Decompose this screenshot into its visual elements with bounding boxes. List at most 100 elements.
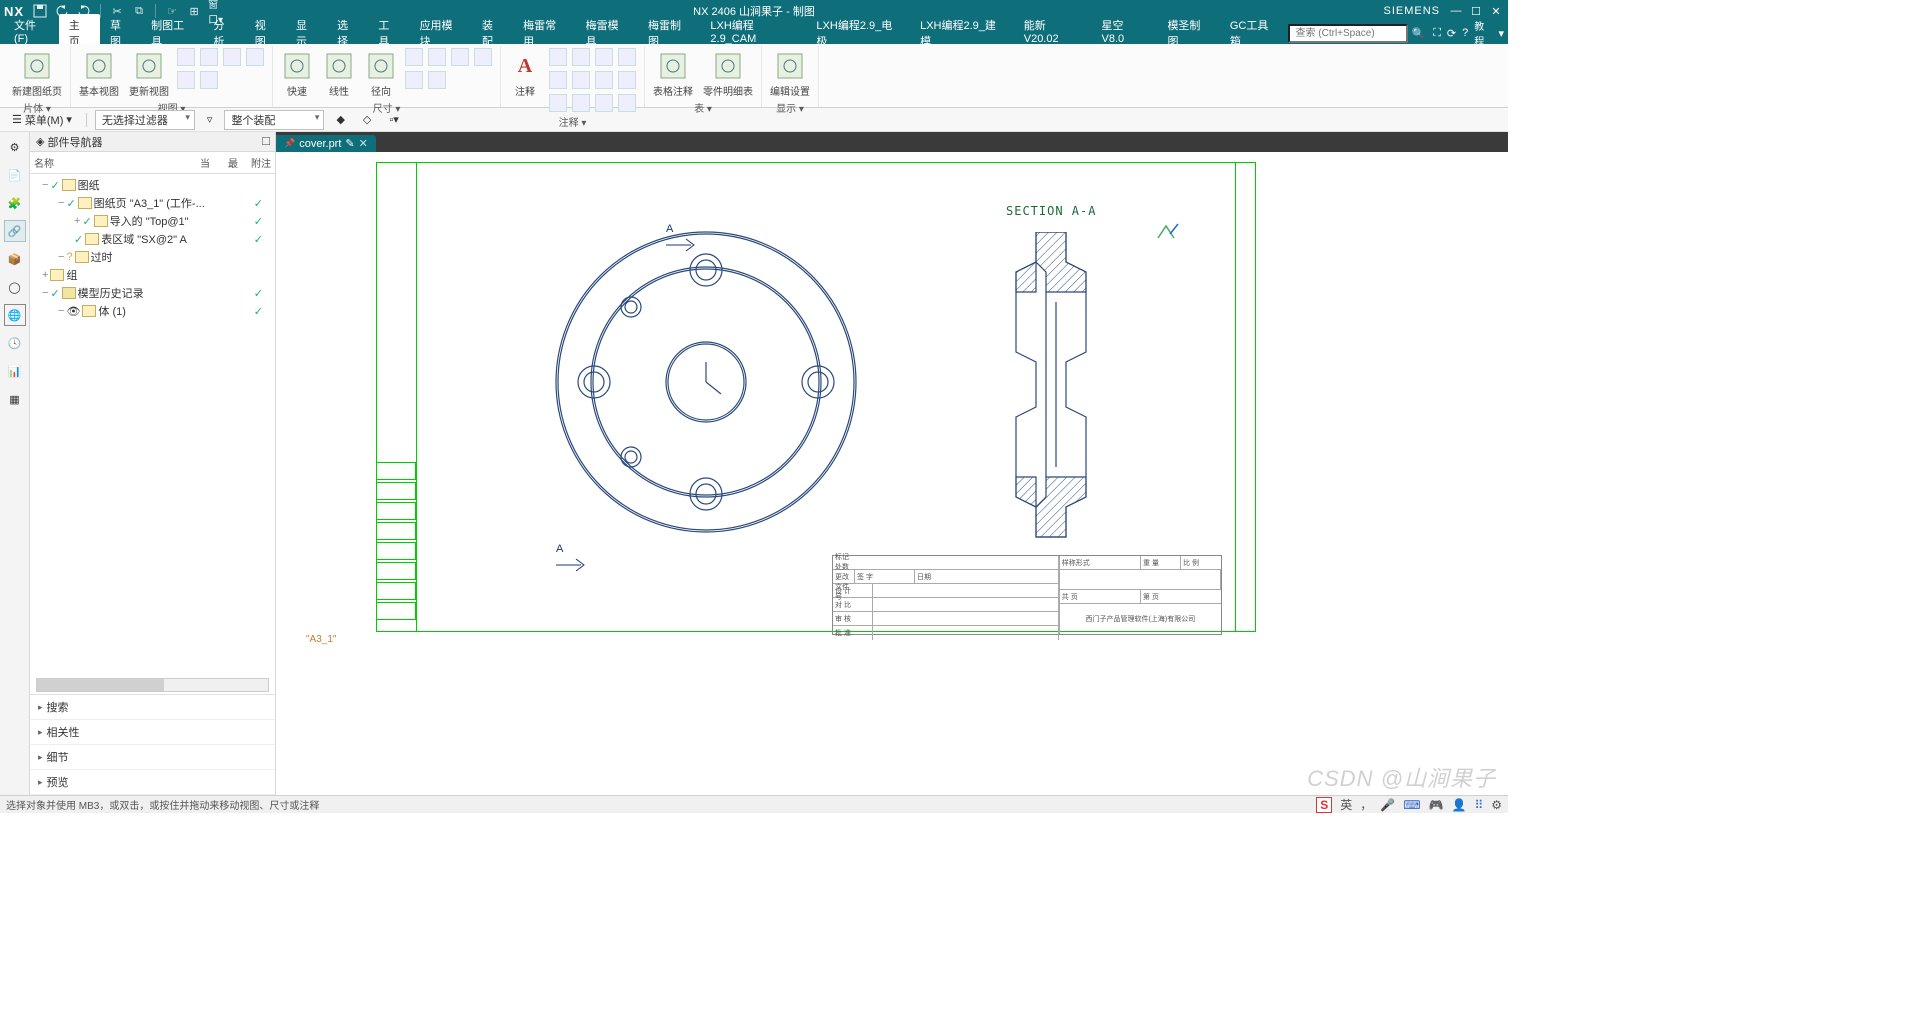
ribbon-small-icon[interactable]: [572, 48, 590, 66]
ribbon-small-icon[interactable]: [595, 48, 613, 66]
ribbon-small-icon[interactable]: [595, 94, 613, 112]
tree-node[interactable]: −✓图纸页 "A3_1" (工作-...✓: [30, 194, 275, 212]
sb-apps-icon[interactable]: ⠿: [1474, 798, 1483, 812]
close-button[interactable]: ✕: [1488, 3, 1504, 19]
ribbon-small-icon[interactable]: [618, 94, 636, 112]
assembly-scope[interactable]: 整个装配: [224, 110, 324, 130]
maximize-button[interactable]: ☐: [1468, 3, 1484, 19]
new-sheet-icon[interactable]: 新建图纸页: [10, 48, 64, 100]
copy-icon[interactable]: ⧉: [131, 3, 147, 19]
collapse-ribbon-icon[interactable]: ▾: [1498, 27, 1504, 40]
ime-indicator-s[interactable]: S: [1316, 797, 1332, 813]
help-icon[interactable]: ?: [1462, 27, 1468, 39]
filter-funnel-icon[interactable]: ▿: [201, 111, 219, 128]
ribbon-small-icon[interactable]: [246, 48, 264, 66]
col-name[interactable]: 名称: [30, 152, 191, 173]
ribbon-small-icon[interactable]: [177, 71, 195, 89]
ribbon-small-icon[interactable]: [549, 71, 567, 89]
command-search[interactable]: [1288, 24, 1408, 43]
ime-lang[interactable]: 英: [1340, 796, 1352, 813]
update-view-icon[interactable]: 更新视图: [127, 48, 171, 100]
drawing-canvas[interactable]: A A SECTION A-A 标记 处数 更改文件号签 字日期 设 计 对 比…: [276, 152, 1508, 795]
roles-rail-icon[interactable]: 📊: [4, 360, 26, 382]
tree-node[interactable]: −✓图纸: [30, 176, 275, 194]
col-notes[interactable]: 附注: [247, 152, 275, 173]
fullscreen-icon[interactable]: ⛶: [1433, 27, 1441, 40]
parts-list-icon[interactable]: 零件明细表: [701, 48, 755, 100]
edit-settings-icon[interactable]: 编辑设置: [768, 48, 812, 100]
sb-comma-icon[interactable]: ，: [1360, 796, 1372, 813]
ribbon-group-注释: A注释注释 ▾: [501, 46, 645, 107]
ribbon-small-icon[interactable]: [405, 48, 423, 66]
tab-close[interactable]: ✕: [359, 137, 368, 150]
sb-gear-icon[interactable]: ⚙: [1491, 798, 1502, 812]
window-switch-icon[interactable]: ⊞: [186, 3, 202, 19]
select-opt1-icon[interactable]: ◆: [330, 111, 350, 128]
document-tab[interactable]: 📌 cover.prt ✎ ✕: [276, 135, 376, 152]
tree-node[interactable]: −✓模型历史记录✓: [30, 284, 275, 302]
menu-bar: 文件(F)主页草图制图工具分析视图显示选择工具应用模块装配梅雷常用梅雷模具梅雷制…: [0, 22, 1508, 44]
assembly-nav-rail-icon[interactable]: 🧩: [4, 192, 26, 214]
refresh-icon[interactable]: ⟳: [1447, 27, 1456, 40]
undo-icon[interactable]: [54, 3, 70, 19]
accordion-细节[interactable]: 细节: [30, 745, 275, 770]
constraint-nav-rail-icon[interactable]: 🔗: [4, 220, 26, 242]
ribbon-small-icon[interactable]: [572, 94, 590, 112]
ribbon-small-icon[interactable]: [595, 71, 613, 89]
tree-node[interactable]: +组: [30, 266, 275, 284]
ribbon-small-icon[interactable]: [474, 48, 492, 66]
settings-rail-icon[interactable]: ⚙: [4, 136, 26, 158]
tree-node[interactable]: +✓导入的 "Top@1"✓: [30, 212, 275, 230]
ribbon-small-icon[interactable]: [451, 48, 469, 66]
linear-dim-icon[interactable]: 线性: [321, 48, 357, 100]
cut-icon[interactable]: ✂: [109, 3, 125, 19]
browser-rail-icon[interactable]: 🌐: [4, 304, 26, 326]
ribbon-small-icon[interactable]: [572, 71, 590, 89]
ribbon-small-icon[interactable]: [618, 48, 636, 66]
ribbon-small-icon[interactable]: [428, 48, 446, 66]
history-rail-icon[interactable]: 🕓: [4, 332, 26, 354]
ribbon-small-icon[interactable]: [200, 71, 218, 89]
col-latest[interactable]: 最: [219, 152, 247, 173]
ribbon-small-icon[interactable]: [223, 48, 241, 66]
base-view-icon[interactable]: 基本视图: [77, 48, 121, 100]
quick-dim-icon[interactable]: 快速: [279, 48, 315, 100]
accordion-搜索[interactable]: 搜索: [30, 695, 275, 720]
tree-node[interactable]: −?过时: [30, 248, 275, 266]
minimize-button[interactable]: —: [1448, 3, 1464, 19]
search-go-icon[interactable]: 🔍: [1412, 27, 1426, 40]
part-nav-rail-icon[interactable]: 📄: [4, 164, 26, 186]
save-icon[interactable]: [32, 3, 48, 19]
pin-icon[interactable]: 📌: [284, 138, 295, 149]
ribbon-small-icon[interactable]: [405, 71, 423, 89]
sb-person-icon[interactable]: 👤: [1451, 798, 1466, 812]
table-note-icon[interactable]: 表格注释: [651, 48, 695, 100]
tree-node[interactable]: −👁体 (1)✓: [30, 302, 275, 320]
tree-node[interactable]: ✓表区域 "SX@2" A✓: [30, 230, 275, 248]
accordion-相关性[interactable]: 相关性: [30, 720, 275, 745]
touch-icon[interactable]: ☞: [164, 3, 180, 19]
sb-game-icon[interactable]: 🎮: [1429, 798, 1444, 812]
ribbon-small-icon[interactable]: [200, 48, 218, 66]
radial-dim-icon[interactable]: 径向: [363, 48, 399, 100]
tree-scrollbar[interactable]: [36, 678, 269, 692]
sb-mic-icon[interactable]: 🎤: [1380, 798, 1395, 812]
ribbon-small-icon[interactable]: [549, 94, 567, 112]
reuse-rail-icon[interactable]: 📦: [4, 248, 26, 270]
note-icon[interactable]: A注释: [507, 48, 543, 100]
window-dropdown[interactable]: 窗口▾: [208, 3, 224, 19]
redo-icon[interactable]: [76, 3, 92, 19]
sb-keyboard-icon[interactable]: ⌨: [1403, 798, 1420, 812]
navigator-close[interactable]: ☐: [261, 135, 271, 148]
ribbon-group-显示: 编辑设置显示 ▾: [762, 46, 819, 107]
col-current[interactable]: 当: [191, 152, 219, 173]
accordion-预览[interactable]: 预览: [30, 770, 275, 795]
selection-filter[interactable]: 无选择过滤器: [95, 110, 195, 130]
ribbon-small-icon[interactable]: [618, 71, 636, 89]
ribbon-small-icon[interactable]: [549, 48, 567, 66]
system-rail-icon[interactable]: ▦: [4, 388, 26, 410]
navigator-tree[interactable]: −✓图纸−✓图纸页 "A3_1" (工作-...✓+✓导入的 "Top@1"✓✓…: [30, 174, 275, 694]
ribbon-small-icon[interactable]: [428, 71, 446, 89]
ribbon-small-icon[interactable]: [177, 48, 195, 66]
hd3d-rail-icon[interactable]: ◯: [4, 276, 26, 298]
